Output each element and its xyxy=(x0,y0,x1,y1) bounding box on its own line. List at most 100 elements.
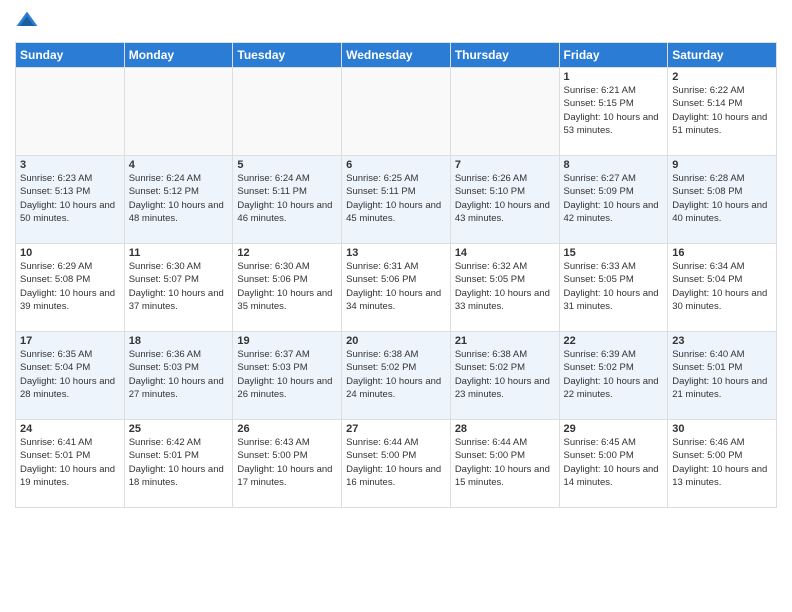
calendar-cell: 16Sunrise: 6:34 AM Sunset: 5:04 PM Dayli… xyxy=(668,244,777,332)
day-number: 4 xyxy=(129,159,229,171)
calendar-cell: 14Sunrise: 6:32 AM Sunset: 5:05 PM Dayli… xyxy=(450,244,559,332)
day-info: Sunrise: 6:28 AM Sunset: 5:08 PM Dayligh… xyxy=(672,172,772,225)
day-info: Sunrise: 6:29 AM Sunset: 5:08 PM Dayligh… xyxy=(20,260,120,313)
calendar-header-thursday: Thursday xyxy=(450,43,559,68)
calendar-cell: 10Sunrise: 6:29 AM Sunset: 5:08 PM Dayli… xyxy=(16,244,125,332)
day-info: Sunrise: 6:25 AM Sunset: 5:11 PM Dayligh… xyxy=(346,172,446,225)
day-info: Sunrise: 6:27 AM Sunset: 5:09 PM Dayligh… xyxy=(564,172,664,225)
day-info: Sunrise: 6:40 AM Sunset: 5:01 PM Dayligh… xyxy=(672,348,772,401)
day-number: 25 xyxy=(129,423,229,435)
day-number: 5 xyxy=(237,159,337,171)
day-number: 28 xyxy=(455,423,555,435)
day-info: Sunrise: 6:34 AM Sunset: 5:04 PM Dayligh… xyxy=(672,260,772,313)
calendar-table: SundayMondayTuesdayWednesdayThursdayFrid… xyxy=(15,42,777,508)
day-info: Sunrise: 6:46 AM Sunset: 5:00 PM Dayligh… xyxy=(672,436,772,489)
day-info: Sunrise: 6:41 AM Sunset: 5:01 PM Dayligh… xyxy=(20,436,120,489)
calendar-header-sunday: Sunday xyxy=(16,43,125,68)
day-info: Sunrise: 6:24 AM Sunset: 5:12 PM Dayligh… xyxy=(129,172,229,225)
calendar-cell: 5Sunrise: 6:24 AM Sunset: 5:11 PM Daylig… xyxy=(233,156,342,244)
day-info: Sunrise: 6:39 AM Sunset: 5:02 PM Dayligh… xyxy=(564,348,664,401)
calendar-cell: 4Sunrise: 6:24 AM Sunset: 5:12 PM Daylig… xyxy=(124,156,233,244)
calendar-cell: 3Sunrise: 6:23 AM Sunset: 5:13 PM Daylig… xyxy=(16,156,125,244)
calendar-cell: 20Sunrise: 6:38 AM Sunset: 5:02 PM Dayli… xyxy=(342,332,451,420)
calendar-cell: 8Sunrise: 6:27 AM Sunset: 5:09 PM Daylig… xyxy=(559,156,668,244)
day-info: Sunrise: 6:31 AM Sunset: 5:06 PM Dayligh… xyxy=(346,260,446,313)
day-info: Sunrise: 6:24 AM Sunset: 5:11 PM Dayligh… xyxy=(237,172,337,225)
calendar-cell: 21Sunrise: 6:38 AM Sunset: 5:02 PM Dayli… xyxy=(450,332,559,420)
calendar-week-row: 17Sunrise: 6:35 AM Sunset: 5:04 PM Dayli… xyxy=(16,332,777,420)
day-info: Sunrise: 6:26 AM Sunset: 5:10 PM Dayligh… xyxy=(455,172,555,225)
calendar-cell: 29Sunrise: 6:45 AM Sunset: 5:00 PM Dayli… xyxy=(559,420,668,508)
calendar-cell xyxy=(450,68,559,156)
calendar-cell: 9Sunrise: 6:28 AM Sunset: 5:08 PM Daylig… xyxy=(668,156,777,244)
calendar-cell: 28Sunrise: 6:44 AM Sunset: 5:00 PM Dayli… xyxy=(450,420,559,508)
day-info: Sunrise: 6:23 AM Sunset: 5:13 PM Dayligh… xyxy=(20,172,120,225)
day-number: 20 xyxy=(346,335,446,347)
calendar-cell: 6Sunrise: 6:25 AM Sunset: 5:11 PM Daylig… xyxy=(342,156,451,244)
day-number: 7 xyxy=(455,159,555,171)
day-number: 13 xyxy=(346,247,446,259)
logo-icon xyxy=(15,10,39,34)
calendar-cell xyxy=(124,68,233,156)
calendar-cell: 23Sunrise: 6:40 AM Sunset: 5:01 PM Dayli… xyxy=(668,332,777,420)
day-number: 6 xyxy=(346,159,446,171)
calendar-week-row: 3Sunrise: 6:23 AM Sunset: 5:13 PM Daylig… xyxy=(16,156,777,244)
day-info: Sunrise: 6:35 AM Sunset: 5:04 PM Dayligh… xyxy=(20,348,120,401)
day-info: Sunrise: 6:30 AM Sunset: 5:06 PM Dayligh… xyxy=(237,260,337,313)
calendar-cell: 17Sunrise: 6:35 AM Sunset: 5:04 PM Dayli… xyxy=(16,332,125,420)
calendar-cell: 25Sunrise: 6:42 AM Sunset: 5:01 PM Dayli… xyxy=(124,420,233,508)
page: SundayMondayTuesdayWednesdayThursdayFrid… xyxy=(0,0,792,612)
calendar-cell: 19Sunrise: 6:37 AM Sunset: 5:03 PM Dayli… xyxy=(233,332,342,420)
day-number: 1 xyxy=(564,71,664,83)
calendar-cell: 22Sunrise: 6:39 AM Sunset: 5:02 PM Dayli… xyxy=(559,332,668,420)
day-info: Sunrise: 6:42 AM Sunset: 5:01 PM Dayligh… xyxy=(129,436,229,489)
day-info: Sunrise: 6:21 AM Sunset: 5:15 PM Dayligh… xyxy=(564,84,664,137)
day-number: 2 xyxy=(672,71,772,83)
calendar-week-row: 24Sunrise: 6:41 AM Sunset: 5:01 PM Dayli… xyxy=(16,420,777,508)
day-number: 27 xyxy=(346,423,446,435)
day-number: 16 xyxy=(672,247,772,259)
calendar-header-tuesday: Tuesday xyxy=(233,43,342,68)
calendar-cell: 30Sunrise: 6:46 AM Sunset: 5:00 PM Dayli… xyxy=(668,420,777,508)
day-info: Sunrise: 6:44 AM Sunset: 5:00 PM Dayligh… xyxy=(455,436,555,489)
calendar-cell: 7Sunrise: 6:26 AM Sunset: 5:10 PM Daylig… xyxy=(450,156,559,244)
calendar-header-row: SundayMondayTuesdayWednesdayThursdayFrid… xyxy=(16,43,777,68)
day-info: Sunrise: 6:22 AM Sunset: 5:14 PM Dayligh… xyxy=(672,84,772,137)
calendar-cell xyxy=(233,68,342,156)
calendar-header-wednesday: Wednesday xyxy=(342,43,451,68)
calendar-header-monday: Monday xyxy=(124,43,233,68)
calendar-cell: 27Sunrise: 6:44 AM Sunset: 5:00 PM Dayli… xyxy=(342,420,451,508)
day-number: 8 xyxy=(564,159,664,171)
logo-area xyxy=(15,10,41,34)
calendar-cell: 13Sunrise: 6:31 AM Sunset: 5:06 PM Dayli… xyxy=(342,244,451,332)
day-info: Sunrise: 6:32 AM Sunset: 5:05 PM Dayligh… xyxy=(455,260,555,313)
day-number: 18 xyxy=(129,335,229,347)
day-number: 29 xyxy=(564,423,664,435)
day-number: 30 xyxy=(672,423,772,435)
calendar-cell: 1Sunrise: 6:21 AM Sunset: 5:15 PM Daylig… xyxy=(559,68,668,156)
calendar-header-saturday: Saturday xyxy=(668,43,777,68)
day-number: 15 xyxy=(564,247,664,259)
day-info: Sunrise: 6:38 AM Sunset: 5:02 PM Dayligh… xyxy=(455,348,555,401)
header xyxy=(15,10,777,34)
calendar-week-row: 1Sunrise: 6:21 AM Sunset: 5:15 PM Daylig… xyxy=(16,68,777,156)
calendar-cell: 2Sunrise: 6:22 AM Sunset: 5:14 PM Daylig… xyxy=(668,68,777,156)
day-info: Sunrise: 6:37 AM Sunset: 5:03 PM Dayligh… xyxy=(237,348,337,401)
day-info: Sunrise: 6:43 AM Sunset: 5:00 PM Dayligh… xyxy=(237,436,337,489)
day-number: 14 xyxy=(455,247,555,259)
day-info: Sunrise: 6:45 AM Sunset: 5:00 PM Dayligh… xyxy=(564,436,664,489)
day-info: Sunrise: 6:38 AM Sunset: 5:02 PM Dayligh… xyxy=(346,348,446,401)
day-info: Sunrise: 6:36 AM Sunset: 5:03 PM Dayligh… xyxy=(129,348,229,401)
day-number: 26 xyxy=(237,423,337,435)
calendar-header-friday: Friday xyxy=(559,43,668,68)
day-number: 17 xyxy=(20,335,120,347)
calendar-cell: 11Sunrise: 6:30 AM Sunset: 5:07 PM Dayli… xyxy=(124,244,233,332)
day-number: 10 xyxy=(20,247,120,259)
calendar-cell: 26Sunrise: 6:43 AM Sunset: 5:00 PM Dayli… xyxy=(233,420,342,508)
day-number: 3 xyxy=(20,159,120,171)
day-number: 11 xyxy=(129,247,229,259)
day-info: Sunrise: 6:44 AM Sunset: 5:00 PM Dayligh… xyxy=(346,436,446,489)
day-number: 9 xyxy=(672,159,772,171)
day-number: 24 xyxy=(20,423,120,435)
day-number: 21 xyxy=(455,335,555,347)
